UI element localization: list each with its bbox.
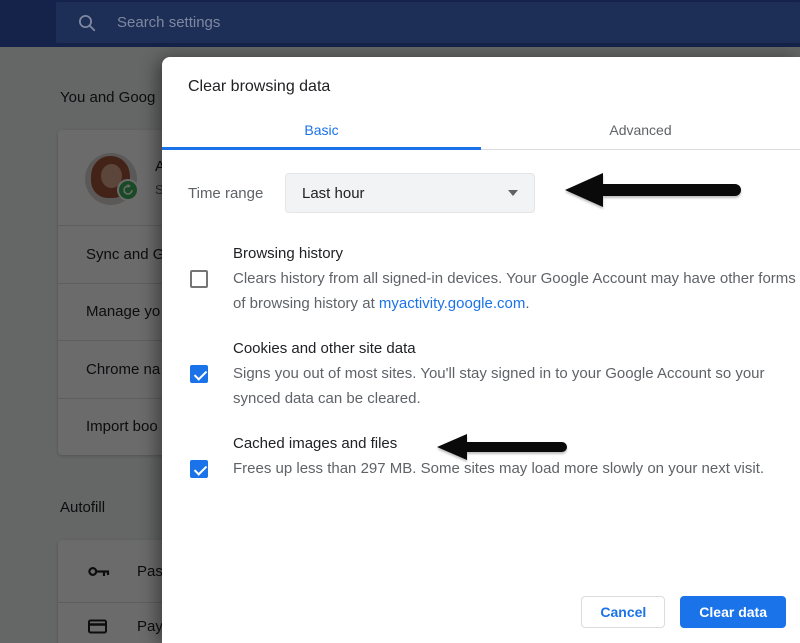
description-text-after: .: [525, 295, 529, 312]
arrow-shaft: [603, 184, 741, 196]
dialog-title: Clear browsing data: [162, 57, 800, 96]
settings-toolbar: [0, 0, 800, 47]
cached-images-checkbox[interactable]: [190, 460, 208, 478]
dialog-buttons: Cancel Clear data: [581, 596, 786, 628]
arrow-head: [437, 434, 467, 460]
annotation-arrow-cached-images: [437, 434, 567, 460]
tab-basic[interactable]: Basic: [162, 112, 481, 149]
cookies-checkbox[interactable]: [190, 365, 208, 383]
time-range-row: Time range Last hour: [188, 173, 535, 213]
search-input[interactable]: [117, 14, 517, 31]
clear-data-button[interactable]: Clear data: [680, 596, 786, 628]
option-description: Signs you out of most sites. You'll stay…: [233, 361, 800, 411]
option-text: Cookies and other site data Signs you ou…: [233, 336, 800, 411]
option-cookies: Cookies and other site data Signs you ou…: [188, 336, 800, 411]
tab-advanced[interactable]: Advanced: [481, 112, 800, 149]
option-title: Cookies and other site data: [233, 336, 800, 361]
option-description: Clears history from all signed-in device…: [233, 266, 800, 316]
time-range-select[interactable]: Last hour: [285, 173, 535, 213]
time-range-value: Last hour: [302, 185, 508, 202]
browsing-history-checkbox[interactable]: [190, 270, 208, 288]
search-field[interactable]: [56, 2, 800, 43]
option-text: Browsing history Clears history from all…: [233, 241, 800, 316]
myactivity-link[interactable]: myactivity.google.com: [379, 295, 525, 312]
time-range-label: Time range: [188, 185, 285, 202]
chevron-down-icon: [508, 190, 518, 196]
option-browsing-history: Browsing history Clears history from all…: [188, 241, 800, 316]
search-icon: [77, 13, 97, 33]
annotation-arrow-time-range: [565, 173, 741, 207]
cancel-button[interactable]: Cancel: [581, 596, 665, 628]
dialog-tabs: Basic Advanced: [162, 112, 800, 150]
clear-browsing-data-dialog: Clear browsing data Basic Advanced Time …: [162, 57, 800, 643]
option-title: Browsing history: [233, 241, 800, 266]
arrow-shaft: [467, 442, 567, 452]
arrow-head: [565, 173, 603, 207]
